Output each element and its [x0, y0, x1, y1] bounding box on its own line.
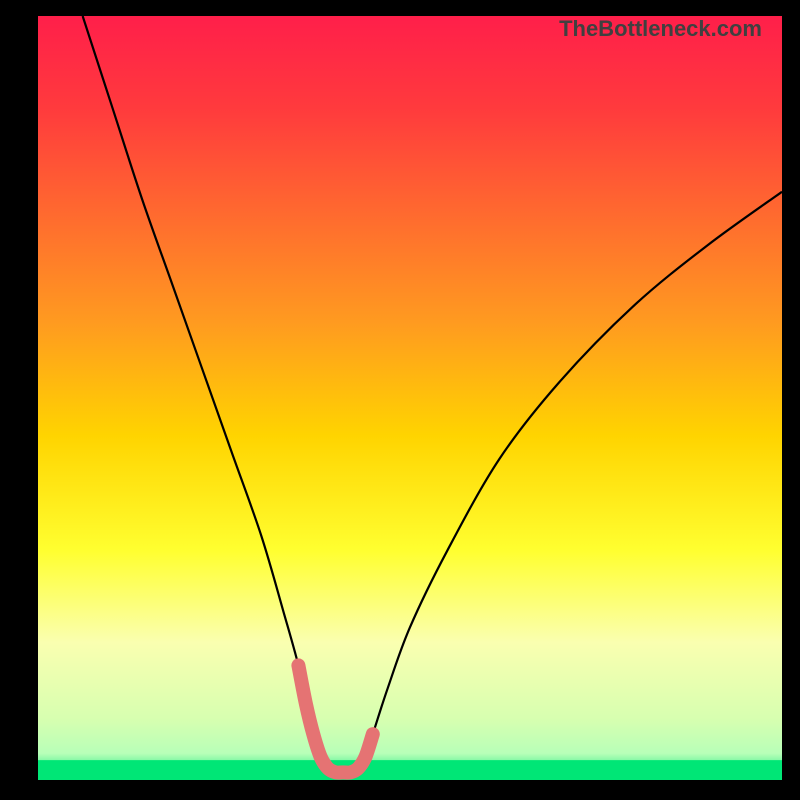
plot-area: TheBottleneck.com — [38, 16, 782, 780]
bottleneck-chart — [38, 16, 782, 780]
gradient-background — [38, 16, 782, 780]
watermark-text: TheBottleneck.com — [559, 16, 762, 42]
chart-frame: TheBottleneck.com — [0, 0, 800, 800]
green-base-band — [38, 760, 782, 780]
